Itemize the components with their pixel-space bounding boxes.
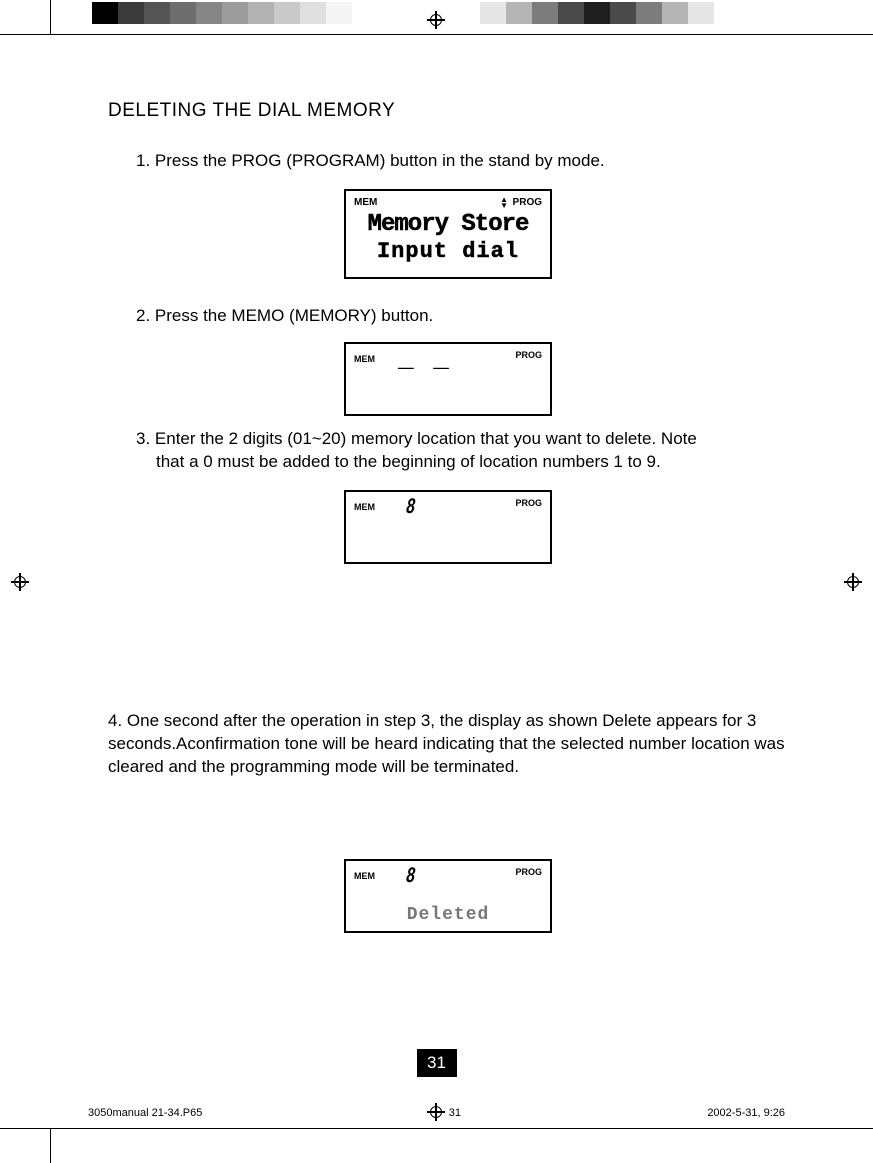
registration-mark-icon: [11, 573, 29, 591]
swatch: [636, 2, 662, 24]
swatch: [480, 2, 506, 24]
step-2: 2. Press the MEMO (MEMORY) button.: [108, 305, 788, 328]
lcd-prog-indicator: PROG: [515, 350, 542, 360]
lcd-figure-1: MEM ▲▼ PROG Memory Store Input dial: [108, 189, 788, 279]
lcd-mem-indicator: MEM: [354, 871, 375, 881]
step-2-text: 2. Press the MEMO (MEMORY) button.: [136, 306, 433, 325]
swatch: [92, 2, 118, 24]
lcd-figure-4: MEM PROG 8 Deleted: [108, 859, 788, 933]
lcd-arrows-icon: ▲▼: [500, 197, 508, 209]
swatch: [506, 2, 532, 24]
lcd-prog-indicator: PROG: [513, 197, 542, 208]
lcd-prog-indicator: PROG: [515, 867, 542, 877]
grayscale-swatches-left: [92, 2, 378, 24]
swatch: [170, 2, 196, 24]
footer-date: 2002-5-31, 9:26: [707, 1107, 785, 1119]
registration-mark-icon: [427, 11, 445, 29]
lcd-prog-indicator: PROG: [515, 498, 542, 508]
swatch: [326, 2, 352, 24]
swatch: [274, 2, 300, 24]
swatch: [248, 2, 274, 24]
step-4: 4. One second after the operation in ste…: [108, 710, 788, 779]
page-number: 31: [417, 1049, 457, 1077]
swatch: [352, 2, 378, 24]
lcd-line-2: Input dial: [346, 239, 550, 264]
grayscale-swatches-right: [454, 2, 740, 24]
lcd-figure-3: MEM PROG 8: [108, 490, 788, 564]
lcd-digit: 8: [405, 495, 416, 520]
swatch: [688, 2, 714, 24]
lcd-line-1: Memory Store: [346, 211, 550, 238]
crop-line-top: [0, 34, 873, 35]
swatch: [300, 2, 326, 24]
swatch: [144, 2, 170, 24]
step-3-text-b: that a 0 must be added to the beginning …: [136, 451, 788, 474]
lcd-display: MEM PROG _ _: [344, 342, 552, 416]
step-3: 3. Enter the 2 digits (01~20) memory loc…: [108, 428, 788, 474]
step-3-text-a: 3. Enter the 2 digits (01~20) memory loc…: [136, 429, 697, 448]
section-heading: DELETING THE DIAL MEMORY: [108, 100, 788, 122]
registration-mark-icon: [844, 573, 862, 591]
lcd-mem-indicator: MEM: [354, 502, 375, 512]
swatch: [532, 2, 558, 24]
lcd-entry-dashes: _ _: [398, 344, 451, 374]
swatch: [714, 2, 740, 24]
lcd-figure-2: MEM PROG _ _: [108, 342, 788, 416]
crop-line-bottom: [0, 1128, 873, 1129]
swatch: [196, 2, 222, 24]
lcd-deleted-text: Deleted: [346, 905, 550, 925]
lcd-mem-indicator: MEM: [354, 354, 375, 364]
lcd-digit: 8: [405, 864, 416, 889]
manual-page: DELETING THE DIAL MEMORY 1. Press the PR…: [0, 0, 873, 1163]
step-4-text: 4. One second after the operation in ste…: [108, 711, 785, 776]
step-1: 1. Press the PROG (PROGRAM) button in th…: [108, 150, 788, 173]
swatch: [584, 2, 610, 24]
crop-tick: [50, 0, 51, 34]
lcd-mem-indicator: MEM: [354, 197, 377, 208]
swatch: [610, 2, 636, 24]
swatch: [222, 2, 248, 24]
crop-tick: [50, 1129, 51, 1163]
lcd-display: MEM ▲▼ PROG Memory Store Input dial: [344, 189, 552, 279]
swatch: [454, 2, 480, 24]
step-1-text: 1. Press the PROG (PROGRAM) button in th…: [136, 151, 605, 170]
swatch: [118, 2, 144, 24]
footer-page: 31: [449, 1107, 461, 1119]
swatch: [558, 2, 584, 24]
footer-filename: 3050manual 21-34.P65: [88, 1107, 202, 1119]
swatch: [662, 2, 688, 24]
registration-mark-icon: [427, 1103, 445, 1121]
lcd-display: MEM PROG 8 Deleted: [344, 859, 552, 933]
page-content: DELETING THE DIAL MEMORY 1. Press the PR…: [108, 100, 788, 959]
lcd-display: MEM PROG 8: [344, 490, 552, 564]
